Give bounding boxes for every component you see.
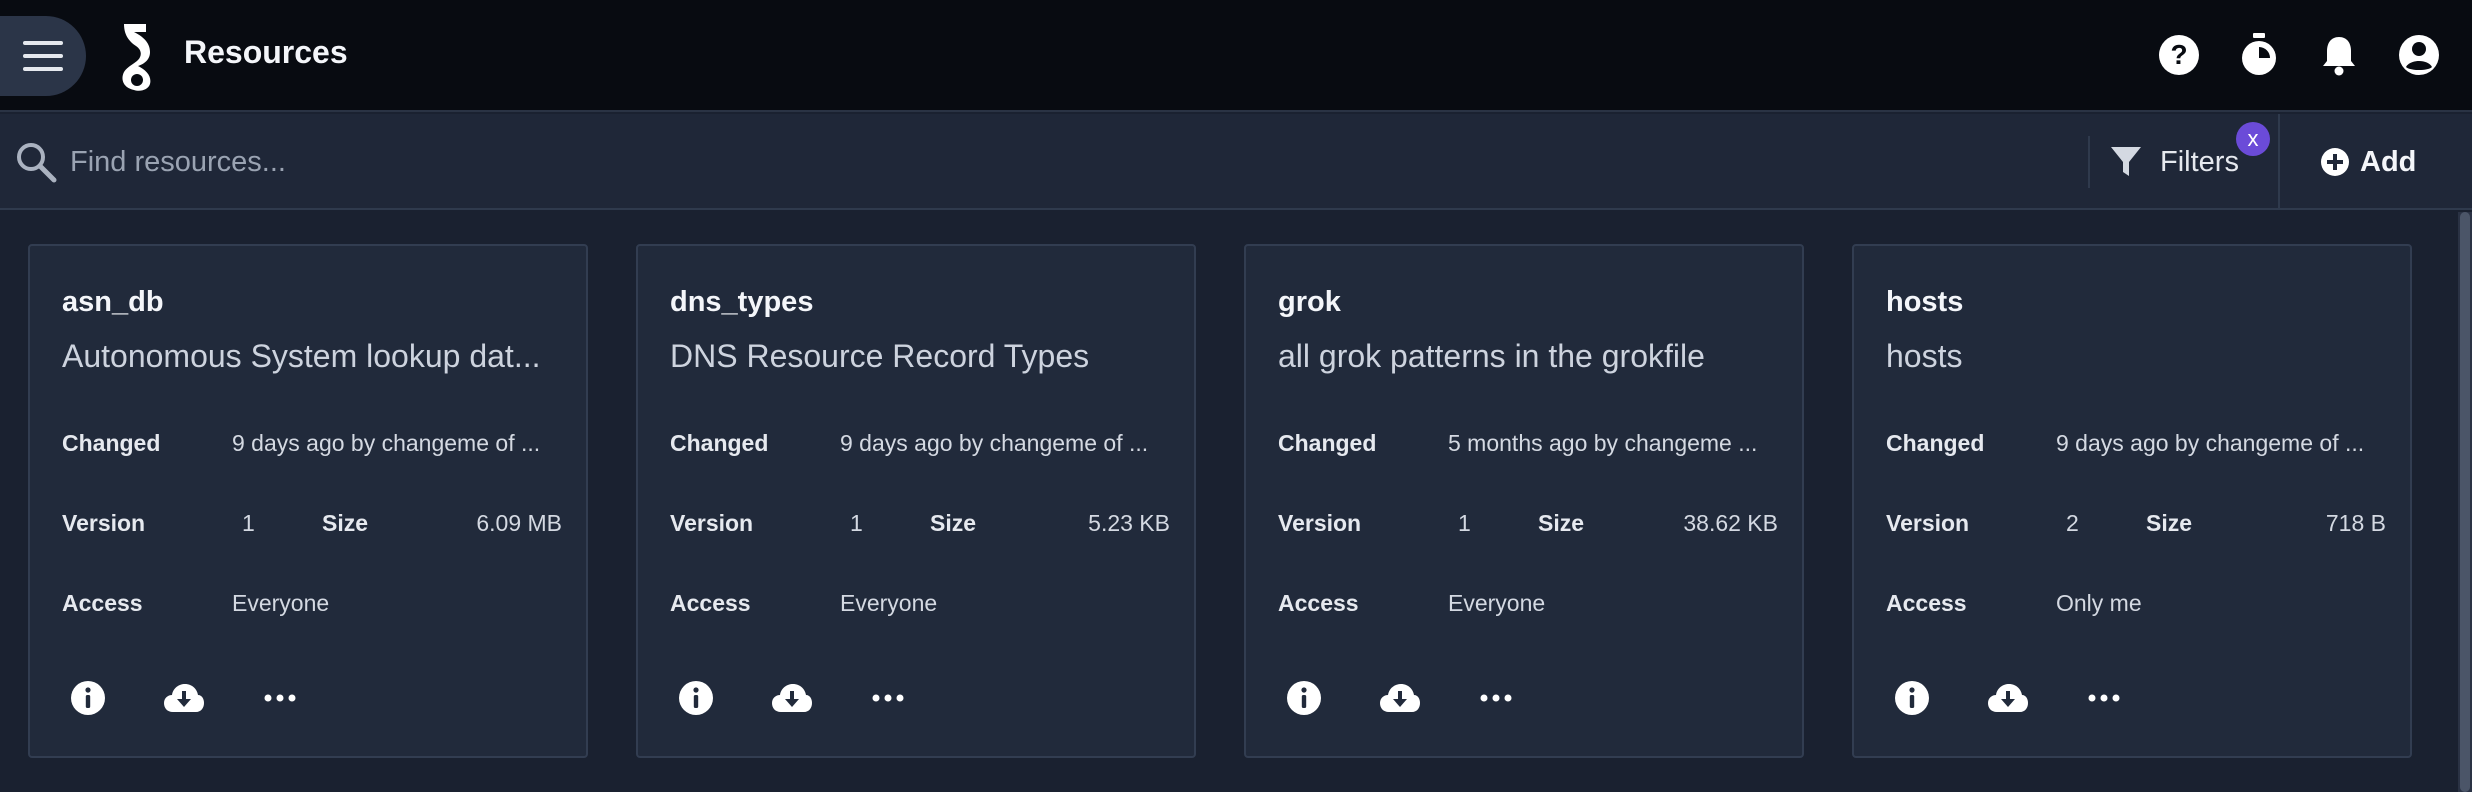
- info-icon: [679, 681, 713, 715]
- changed-label: Changed: [62, 430, 161, 456]
- version-value: 1: [1458, 510, 1471, 536]
- top-app-bar: Resources ?: [0, 0, 2472, 112]
- version-label: Version: [62, 510, 146, 536]
- more-horizontal-icon: [1480, 694, 1512, 702]
- more-button[interactable]: [2080, 674, 2128, 722]
- size-value: 5.23 KB: [1088, 510, 1170, 536]
- changed-label: Changed: [1278, 430, 1377, 456]
- stopwatch-icon: [2242, 33, 2276, 75]
- info-button[interactable]: [64, 674, 112, 722]
- changed-label: Changed: [670, 430, 769, 456]
- version-value: 1: [850, 510, 863, 536]
- resource-card[interactable]: dns_types DNS Resource Record Types Chan…: [636, 244, 1196, 758]
- help-button[interactable]: ?: [2154, 30, 2204, 80]
- changed-value: 5 months ago by changeme ...: [1448, 430, 1758, 456]
- resource-name[interactable]: dns_types: [670, 286, 813, 319]
- search-icon: [17, 143, 57, 183]
- cloud-download-icon: [1988, 684, 2028, 712]
- cloud-download-icon: [1380, 684, 1420, 712]
- resource-card[interactable]: asn_db Autonomous System lookup dat... C…: [28, 244, 588, 758]
- size-label: Size: [2146, 510, 2193, 536]
- version-label: Version: [670, 510, 754, 536]
- more-horizontal-icon: [264, 694, 296, 702]
- size-label: Size: [930, 510, 977, 536]
- info-button[interactable]: [672, 674, 720, 722]
- size-value: 6.09 MB: [476, 510, 562, 536]
- version-label: Version: [1278, 510, 1362, 536]
- info-icon: [1287, 681, 1321, 715]
- more-button[interactable]: [1472, 674, 1520, 722]
- svg-text:?: ?: [2170, 39, 2187, 70]
- bell-icon: [2323, 37, 2355, 76]
- menu-button[interactable]: [0, 16, 86, 96]
- download-button[interactable]: [1376, 674, 1424, 722]
- notifications-button[interactable]: [2314, 30, 2364, 80]
- resource-name[interactable]: asn_db: [62, 286, 164, 319]
- access-value: Everyone: [840, 590, 938, 616]
- clear-filters-badge[interactable]: x: [2236, 122, 2270, 156]
- add-label: Add: [2360, 145, 2417, 178]
- changed-value: 9 days ago by changeme of ...: [232, 430, 541, 456]
- plus-circle-icon: [2321, 148, 2349, 176]
- info-button[interactable]: [1888, 674, 1936, 722]
- more-button[interactable]: [256, 674, 304, 722]
- changed-value: 9 days ago by changeme of ...: [2056, 430, 2365, 456]
- access-label: Access: [62, 590, 143, 616]
- search-input[interactable]: [70, 132, 2060, 192]
- filter-icon: [2111, 147, 2141, 176]
- access-value: Everyone: [1448, 590, 1546, 616]
- resource-card[interactable]: hosts hosts Changed 9 days ago by change…: [1852, 244, 2412, 758]
- page-title: Resources: [184, 34, 348, 70]
- divider: [2278, 114, 2280, 210]
- version-value: 1: [242, 510, 255, 536]
- info-icon: [1895, 681, 1929, 715]
- cloud-download-icon: [164, 684, 204, 712]
- help-circle-icon: ?: [2159, 35, 2199, 75]
- resource-name[interactable]: grok: [1278, 286, 1341, 319]
- resource-description: hosts: [1886, 338, 1963, 374]
- divider: [2088, 136, 2090, 188]
- hamburger-icon: [23, 41, 63, 71]
- account-circle-icon: [2399, 35, 2439, 75]
- account-button[interactable]: [2394, 30, 2444, 80]
- download-button[interactable]: [1984, 674, 2032, 722]
- access-label: Access: [1886, 590, 1967, 616]
- resource-description: all grok patterns in the grokfile: [1278, 338, 1705, 374]
- info-icon: [71, 681, 105, 715]
- version-label: Version: [1886, 510, 1970, 536]
- filters-label: Filters: [2160, 145, 2239, 178]
- size-value: 38.62 KB: [1683, 510, 1778, 536]
- more-horizontal-icon: [872, 694, 904, 702]
- more-horizontal-icon: [2088, 694, 2120, 702]
- resource-description: DNS Resource Record Types: [670, 338, 1090, 374]
- changed-value: 9 days ago by changeme of ...: [840, 430, 1149, 456]
- download-button[interactable]: [160, 674, 208, 722]
- more-button[interactable]: [864, 674, 912, 722]
- access-label: Access: [670, 590, 751, 616]
- search-bar: Filters: [0, 114, 2472, 210]
- timer-button[interactable]: [2234, 30, 2284, 80]
- size-label: Size: [1538, 510, 1585, 536]
- resource-name[interactable]: hosts: [1886, 286, 1963, 319]
- access-label: Access: [1278, 590, 1359, 616]
- changed-label: Changed: [1886, 430, 1985, 456]
- size-value: 718 B: [2325, 510, 2386, 536]
- cloud-download-icon: [772, 684, 812, 712]
- info-button[interactable]: [1280, 674, 1328, 722]
- size-label: Size: [322, 510, 369, 536]
- access-value: Everyone: [232, 590, 330, 616]
- resource-card[interactable]: grok all grok patterns in the grokfile C…: [1244, 244, 1804, 758]
- app-logo[interactable]: [112, 20, 162, 92]
- download-button[interactable]: [768, 674, 816, 722]
- resource-description: Autonomous System lookup dat...: [62, 338, 541, 374]
- access-value: Only me: [2056, 590, 2142, 616]
- add-resource-button[interactable]: Add: [2320, 130, 2416, 194]
- version-value: 2: [2066, 510, 2079, 536]
- scrollbar-thumb[interactable]: [2460, 212, 2470, 792]
